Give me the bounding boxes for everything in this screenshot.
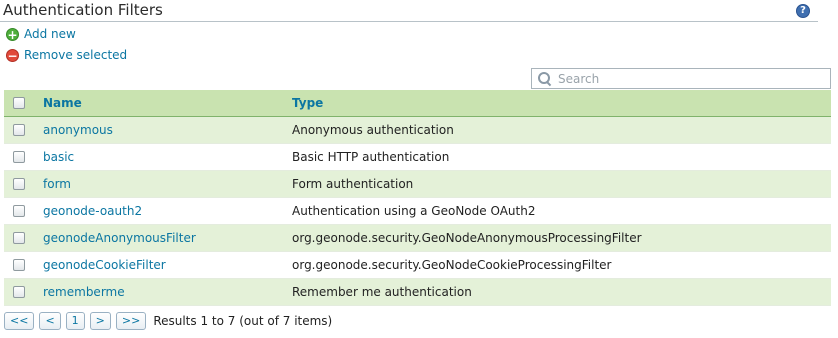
table-row: form Form authentication	[4, 171, 831, 198]
row-checkbox[interactable]	[13, 259, 25, 271]
filter-name-link[interactable]: form	[43, 177, 71, 191]
filters-table: Name Type anonymous Anonymous authentica…	[4, 90, 831, 306]
help-icon[interactable]: ?	[796, 4, 810, 18]
search-box	[531, 68, 831, 89]
table-row: anonymous Anonymous authentication	[4, 117, 831, 144]
add-new-label: Add new	[24, 27, 76, 41]
row-checkbox[interactable]	[13, 151, 25, 163]
search-icon	[538, 71, 552, 86]
pager-last-button[interactable]: >>	[115, 312, 147, 330]
search-input[interactable]	[556, 70, 816, 87]
pager-first-button[interactable]: <<	[4, 312, 35, 330]
table-row: geonode-oauth2 Authentication using a Ge…	[4, 198, 831, 225]
title-bar: Authentication Filters ?	[0, 0, 818, 22]
row-checkbox[interactable]	[13, 124, 25, 136]
add-icon: +	[6, 27, 19, 42]
column-header-type[interactable]: Type	[292, 96, 323, 110]
filter-name-link[interactable]: geonodeCookieFilter	[43, 258, 166, 272]
select-all-checkbox[interactable]	[13, 97, 25, 109]
remove-selected-link[interactable]: − Remove selected	[6, 47, 127, 63]
filter-type: Authentication using a GeoNode OAuth2	[292, 204, 536, 218]
pager-results-info: Results 1 to 7 (out of 7 items)	[153, 314, 333, 328]
add-new-link[interactable]: + Add new	[6, 26, 76, 42]
filter-type: Basic HTTP authentication	[292, 150, 450, 164]
table-row: geonodeAnonymousFilter org.geonode.secur…	[4, 225, 831, 252]
filter-type: Anonymous authentication	[292, 123, 454, 137]
filter-name-link[interactable]: geonode-oauth2	[43, 204, 142, 218]
filter-type: org.geonode.security.GeoNodeCookieProces…	[292, 258, 612, 272]
table-row: geonodeCookieFilter org.geonode.security…	[4, 252, 831, 279]
column-header-name[interactable]: Name	[43, 96, 82, 110]
filter-name-link[interactable]: anonymous	[43, 123, 113, 137]
pager-page-1-button[interactable]: 1	[65, 312, 85, 330]
filter-name-link[interactable]: basic	[43, 150, 74, 164]
filter-type: Form authentication	[292, 177, 414, 191]
row-checkbox[interactable]	[13, 205, 25, 217]
remove-selected-label: Remove selected	[24, 48, 128, 62]
row-checkbox[interactable]	[13, 286, 25, 298]
remove-icon: −	[6, 48, 19, 63]
pager-next-button[interactable]: >	[89, 312, 111, 330]
filter-type: org.geonode.security.GeoNodeAnonymousPro…	[292, 231, 642, 245]
row-checkbox[interactable]	[13, 178, 25, 190]
filter-name-link[interactable]: geonodeAnonymousFilter	[43, 231, 196, 245]
pager-prev-button[interactable]: <	[39, 312, 61, 330]
row-checkbox[interactable]	[13, 232, 25, 244]
table-row: basic Basic HTTP authentication	[4, 144, 831, 171]
page-title: Authentication Filters	[3, 1, 163, 19]
filter-name-link[interactable]: rememberme	[43, 285, 125, 299]
filter-type: Remember me authentication	[292, 285, 472, 299]
table-header: Name Type	[4, 90, 831, 117]
pager: << < 1 > >> Results 1 to 7 (out of 7 ite…	[4, 311, 332, 331]
table-row: rememberme Remember me authentication	[4, 279, 831, 306]
